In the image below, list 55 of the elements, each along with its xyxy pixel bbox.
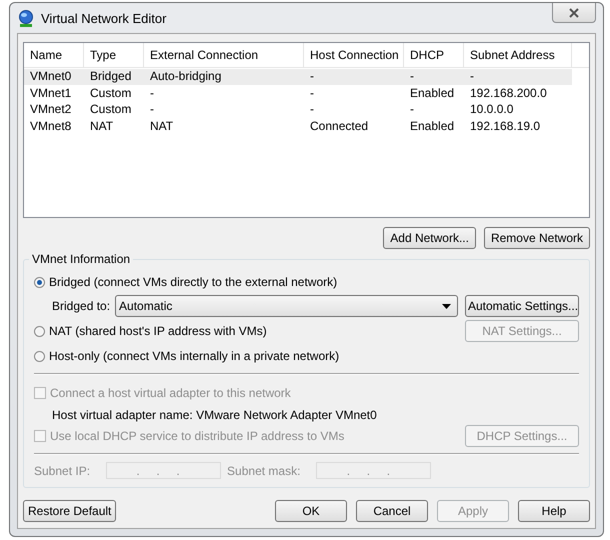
bridged-to-dropdown[interactable]: Automatic [115, 295, 458, 317]
dialog-button[interactable]: Cancel [356, 500, 428, 522]
dialog-button[interactable]: OK [275, 500, 347, 522]
column-header[interactable]: Host Connection [304, 43, 404, 67]
table-cell-text: 192.168.19.0 [469, 118, 542, 134]
table-cell-text: - [409, 102, 415, 118]
radio-option[interactable]: Bridged (connect VMs directly to the external network) [34, 275, 338, 289]
close-icon [568, 8, 580, 18]
table-cell-text: VMnet2 [29, 102, 72, 118]
table-cell-text: - [149, 86, 155, 101]
network-button[interactable]: Add Network... [383, 227, 476, 249]
table-cell-text: - [309, 69, 315, 84]
dialog-button[interactable]: Help [518, 500, 590, 522]
table-cell-text: VMnet8 [29, 118, 72, 134]
column-header[interactable]: Subnet Address [464, 43, 572, 67]
column-header[interactable]: Name [24, 43, 84, 67]
table-cell-text: Custom [89, 86, 132, 101]
table-cell-text: NAT [89, 118, 114, 134]
table-cell-text: Auto-bridging [149, 69, 222, 84]
column-header[interactable]: Type [84, 43, 144, 67]
table-cell-text: - [469, 69, 475, 84]
table-cell-text: - [409, 69, 415, 84]
field-label: Subnet mask: [227, 464, 300, 478]
table-cell-text: 10.0.0.0 [469, 102, 514, 118]
bridged-to-label: Bridged to: [52, 299, 110, 313]
adapter-name-text: Host virtual adapter name: VMware Network Adapter VMnet0 [51, 408, 378, 422]
group-title: VMnet Information [29, 252, 134, 266]
table-row[interactable]: VMnet1 Custom - - Enabled 192.168.200.0 [24, 86, 572, 101]
settings-button[interactable]: Automatic Settings... [465, 295, 579, 317]
column-header[interactable]: DHCP [404, 43, 464, 67]
globe-icon [17, 10, 35, 28]
table-cell-text: Enabled [409, 118, 456, 134]
table-cell-text: NAT [149, 118, 174, 134]
dropdown-arrow-icon [442, 304, 451, 308]
field-label: Subnet IP: [34, 464, 90, 478]
radio-option[interactable]: NAT (shared host's IP address with VMs) [34, 324, 267, 338]
table-cell-text: Bridged [89, 69, 132, 84]
table-cell-text: - [309, 86, 315, 101]
table-cell-text: Connected [309, 118, 370, 134]
table-cell-text: VMnet1 [29, 86, 72, 101]
column-header[interactable]: External Connection [144, 43, 304, 67]
table-row[interactable]: VMnet8 NAT NAT Connected Enabled 192.168.19.0 [24, 118, 572, 134]
table-row[interactable]: VMnet0 Bridged Auto-bridging - - - [24, 69, 572, 84]
table-cell-text: - [149, 102, 155, 118]
network-button[interactable]: Remove Network [484, 227, 590, 249]
dialog-button[interactable]: Restore Default [23, 500, 116, 522]
table-cell-text: 192.168.200.0 [469, 86, 548, 101]
table-cell-text: Enabled [409, 86, 456, 101]
table-cell-text: - [309, 102, 315, 118]
radio-option[interactable]: Host-only (connect VMs internally in a private network) [34, 349, 340, 363]
table-row[interactable]: VMnet2 Custom - - - 10.0.0.0 [24, 102, 572, 118]
table-cell-text: Custom [89, 102, 132, 118]
window-title: Virtual Network Editor [41, 10, 166, 26]
table-cell-text: VMnet0 [29, 69, 72, 84]
close-button[interactable] [552, 3, 596, 23]
